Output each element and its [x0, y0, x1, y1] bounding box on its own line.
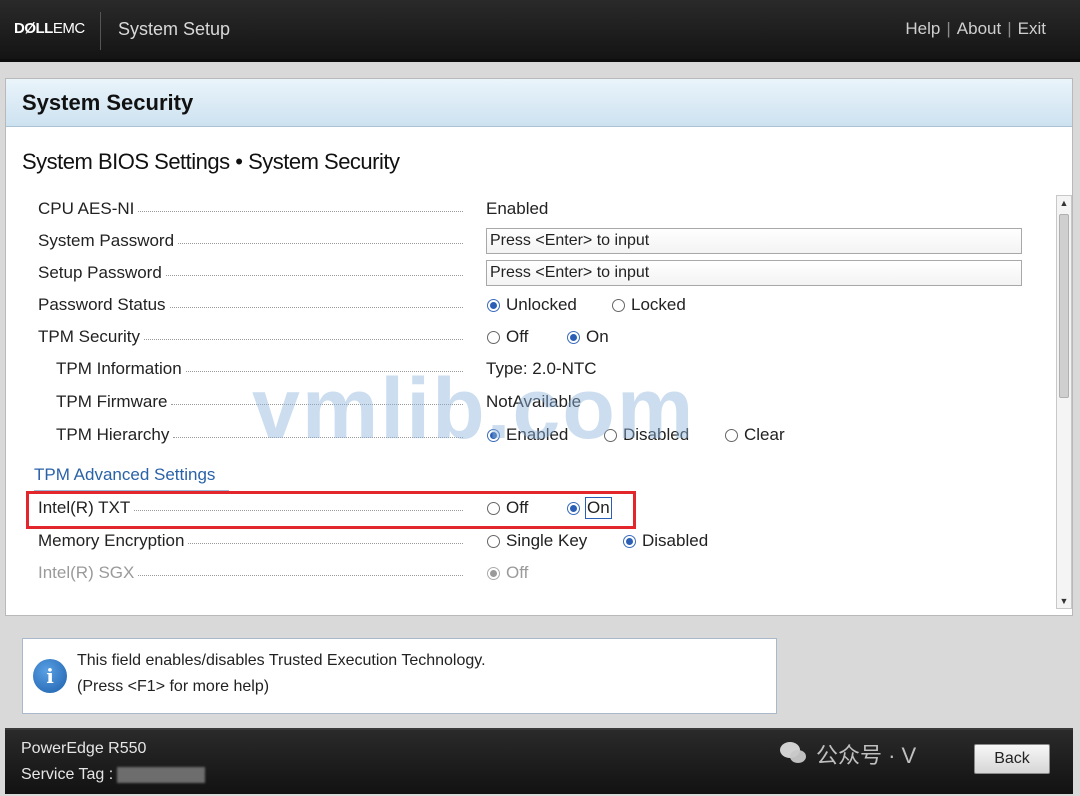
- setting-label: Memory Encryption: [38, 531, 189, 551]
- scrollbar-thumb[interactable]: [1059, 214, 1069, 398]
- logo-dell: DØLL: [14, 20, 53, 37]
- setting-row-system-password[interactable]: System Password Press <Enter> to input: [6, 227, 1046, 257]
- setting-value: Type: 2.0-NTC: [486, 359, 597, 378]
- radio-encryption-disabled[interactable]: Disabled: [623, 531, 708, 551]
- service-tag-label: Service Tag :: [21, 766, 114, 783]
- about-link[interactable]: About: [957, 19, 1001, 38]
- setting-label: System Password: [38, 231, 179, 251]
- setting-value: Enabled: [486, 199, 549, 218]
- setting-label: Intel(R) SGX: [38, 563, 139, 583]
- exit-link[interactable]: Exit: [1018, 19, 1046, 38]
- setting-row-tpm-hierarchy: TPM Hierarchy Enabled Disabled Clear: [6, 421, 1046, 451]
- setting-label: TPM Security: [38, 327, 145, 347]
- radio-selected-icon: [623, 534, 636, 548]
- radio-selected-icon: [487, 428, 500, 442]
- setting-label: Setup Password: [38, 263, 166, 283]
- help-box: i This field enables/disables Trusted Ex…: [22, 638, 777, 714]
- setting-label: TPM Information: [56, 359, 186, 379]
- setting-row-tpm-firmware[interactable]: TPM Firmware NotAvailable: [6, 388, 1046, 418]
- info-icon: i: [33, 659, 67, 693]
- breadcrumb: System BIOS Settings • System Security: [22, 149, 400, 174]
- system-password-input[interactable]: Press <Enter> to input: [486, 228, 1022, 254]
- main-panel: System Security System BIOS Settings • S…: [5, 78, 1073, 616]
- setting-label: CPU AES-NI: [38, 199, 139, 219]
- radio-unselected-icon: [604, 428, 617, 442]
- setting-row-tpm-information[interactable]: TPM Information Type: 2.0-NTC: [6, 355, 1046, 385]
- setting-row-cpu-aes-ni[interactable]: CPU AES-NI Enabled: [6, 195, 1046, 225]
- setting-label: TPM Firmware: [56, 392, 172, 412]
- help-text: This field enables/disables Trusted Exec…: [77, 652, 486, 669]
- radio-unselected-icon: [725, 428, 738, 442]
- radio-selected-icon: [487, 298, 500, 312]
- link-separator: |: [1007, 19, 1012, 38]
- help-hint: (Press <F1> for more help): [77, 678, 270, 695]
- scroll-up-arrow-icon[interactable]: ▲: [1057, 196, 1071, 210]
- radio-unselected-icon: [487, 330, 500, 344]
- radio-unselected-icon: [612, 298, 625, 312]
- setting-value: NotAvailable: [486, 392, 582, 411]
- scroll-down-arrow-icon[interactable]: ▼: [1057, 594, 1071, 608]
- tpm-advanced-settings-header: TPM Advanced Settings: [34, 465, 229, 492]
- radio-hierarchy-disabled[interactable]: Disabled: [604, 425, 689, 445]
- top-bar: DØLLEMC System Setup Help | About | Exit: [0, 0, 1080, 62]
- radio-unselected-icon: [487, 534, 500, 548]
- logo-emc: EMC: [52, 20, 85, 37]
- setting-label: TPM Hierarchy: [56, 425, 174, 445]
- radio-selected-icon: [567, 330, 580, 344]
- app-title: System Setup: [118, 19, 231, 39]
- panel-header: System Security: [6, 79, 1072, 127]
- service-tag: Service Tag :: [21, 766, 206, 784]
- setting-row-memory-encryption: Memory Encryption Single Key Disabled: [6, 527, 1046, 557]
- footer-bar: PowerEdge R550 Service Tag : Back: [5, 728, 1073, 794]
- radio-tpm-on[interactable]: On: [567, 327, 609, 347]
- back-button[interactable]: Back: [974, 744, 1050, 774]
- vertical-scrollbar[interactable]: ▲ ▼: [1056, 195, 1072, 609]
- header-divider: [100, 12, 101, 50]
- setting-row-password-status: Password Status Unlocked Locked: [6, 291, 1046, 321]
- setup-password-input[interactable]: Press <Enter> to input: [486, 260, 1022, 286]
- server-model: PowerEdge R550: [21, 740, 147, 757]
- radio-single-key[interactable]: Single Key: [487, 531, 587, 551]
- setting-row-intel-sgx: Intel(R) SGX Off: [6, 559, 1046, 589]
- radio-tpm-off[interactable]: Off: [487, 327, 528, 347]
- radio-hierarchy-clear[interactable]: Clear: [725, 425, 785, 445]
- help-link[interactable]: Help: [905, 19, 940, 38]
- link-separator: |: [946, 19, 951, 38]
- setting-row-setup-password[interactable]: Setup Password Press <Enter> to input: [6, 259, 1046, 289]
- radio-hierarchy-enabled[interactable]: Enabled: [487, 425, 568, 445]
- txt-highlight-box: [26, 491, 636, 529]
- radio-locked[interactable]: Locked: [612, 295, 686, 315]
- service-tag-redacted: [117, 766, 206, 783]
- page-title: System Security: [22, 90, 194, 115]
- header-links: Help | About | Exit: [905, 19, 1046, 39]
- radio-selected-icon: [487, 566, 500, 580]
- setting-row-tpm-security: TPM Security Off On: [6, 323, 1046, 353]
- radio-sgx-off: Off: [487, 563, 528, 583]
- radio-unlocked[interactable]: Unlocked: [487, 295, 577, 315]
- setting-label: Password Status: [38, 295, 170, 315]
- dell-emc-logo: DØLLEMC: [14, 20, 85, 37]
